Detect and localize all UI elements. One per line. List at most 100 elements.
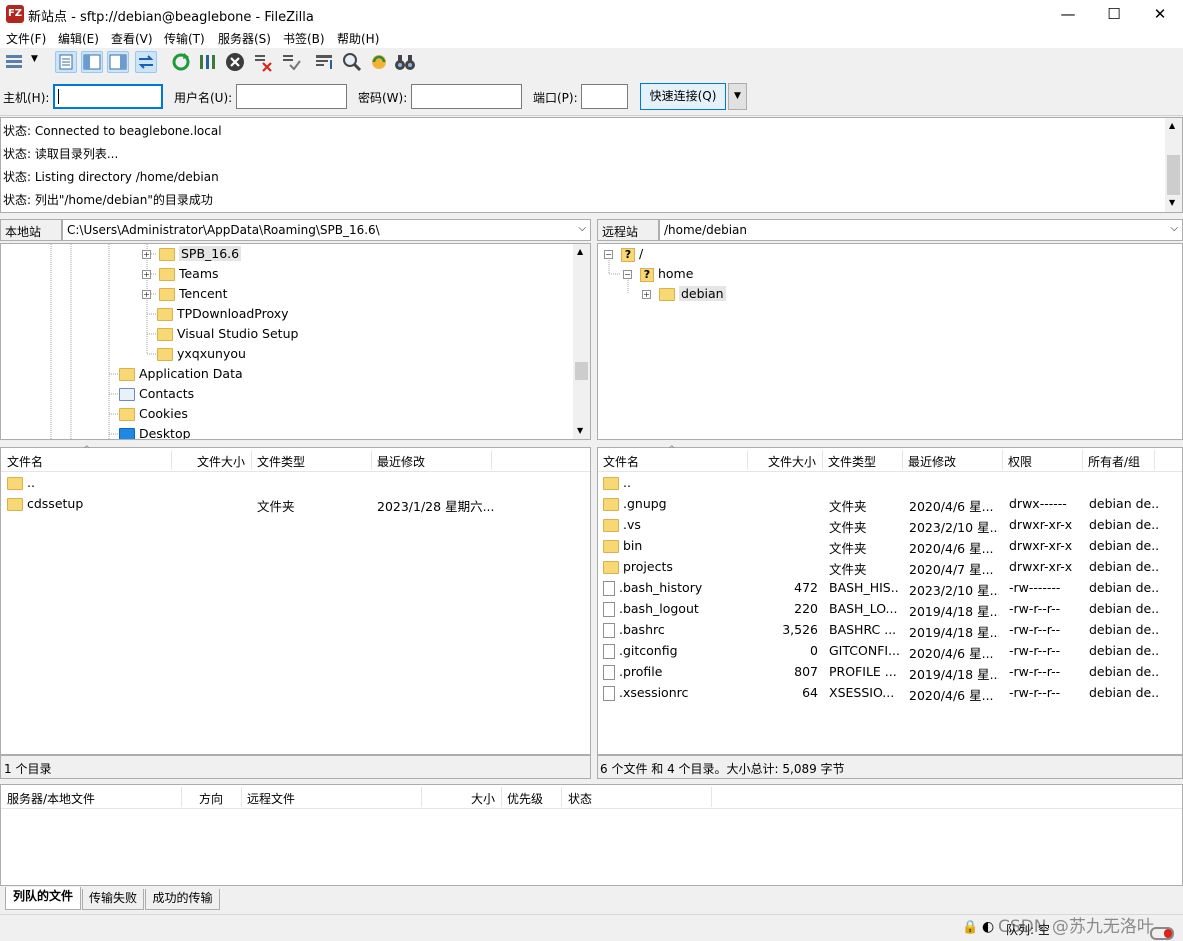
tree-item[interactable]: − ? home	[623, 264, 693, 284]
table-row[interactable]: projects 文件夹 2020/4/7 星... drwxr-xr-x debian…	[598, 557, 1182, 578]
tree-item[interactable]: TPDownloadProxy	[157, 304, 289, 324]
cancel-icon[interactable]	[224, 51, 246, 73]
column-separator[interactable]	[561, 787, 562, 807]
toggle-log-icon[interactable]	[55, 51, 77, 73]
tree-item[interactable]: Cookies	[119, 404, 188, 424]
toggle-remote-tree-icon[interactable]	[107, 51, 129, 73]
column-separator[interactable]	[501, 787, 502, 807]
disconnect-icon[interactable]	[252, 51, 274, 73]
column-header[interactable]: 大小	[471, 790, 495, 807]
sync-browse-icon[interactable]	[368, 51, 390, 73]
table-row[interactable]: .gitconfig 0 GITCONFI... 2020/4/6 星... -rw-r…	[598, 641, 1182, 662]
local-path-combo[interactable]: C:\Users\Administrator\AppData\Roaming\S…	[62, 219, 591, 241]
log-scrollbar[interactable]: ▲ ▼	[1165, 118, 1182, 212]
port-input[interactable]	[581, 84, 628, 109]
column-separator[interactable]	[171, 450, 172, 470]
quickconnect-history-dropdown[interactable]: ▼	[728, 83, 747, 110]
tab-failed-transfers[interactable]: 传输失败	[82, 889, 144, 910]
column-separator[interactable]	[1082, 450, 1083, 470]
tree-item[interactable]: Contacts	[119, 384, 194, 404]
remote-path-combo[interactable]: /home/debian ⌵	[659, 219, 1183, 241]
menu-view[interactable]: 查看(V)	[111, 30, 153, 47]
table-row[interactable]: .bash_logout 220 BASH_LO... 2019/4/18 星... -…	[598, 599, 1182, 620]
column-separator[interactable]	[421, 787, 422, 807]
tree-item[interactable]: + SPB_16.6	[142, 244, 242, 264]
search-binoculars-icon[interactable]	[394, 51, 416, 73]
collapse-icon[interactable]: −	[623, 270, 632, 279]
column-separator[interactable]	[1154, 450, 1155, 470]
tree-item[interactable]: Desktop	[119, 424, 191, 439]
tree-item[interactable]: + Tencent	[142, 284, 227, 304]
expand-icon[interactable]: +	[642, 290, 651, 299]
column-separator[interactable]	[1002, 450, 1003, 470]
column-header[interactable]: 远程文件	[247, 790, 295, 807]
site-manager-dropdown-icon[interactable]: ▼	[31, 54, 38, 64]
username-input[interactable]	[236, 84, 347, 109]
column-separator[interactable]	[902, 450, 903, 470]
tree-item[interactable]: + debian	[642, 284, 726, 304]
column-separator[interactable]	[181, 787, 182, 807]
scroll-up-icon[interactable]: ▲	[1169, 121, 1175, 130]
close-button[interactable]: ✕	[1137, 0, 1183, 28]
table-row[interactable]: .bash_history 472 BASH_HIS... 2023/2/10 星..…	[598, 578, 1182, 599]
tree-item[interactable]: + Teams	[142, 264, 219, 284]
password-input[interactable]	[411, 84, 522, 109]
tree-item[interactable]: yxqxunyou	[157, 344, 246, 364]
chevron-down-icon[interactable]: ⌵	[578, 223, 586, 234]
column-header[interactable]: 服务器/本地文件	[7, 790, 95, 807]
menu-server[interactable]: 服务器(S)	[218, 30, 271, 47]
table-row[interactable]: .vs 文件夹 2023/2/10 星... drwxr-xr-x debian de.…	[598, 515, 1182, 536]
toggle-queue-icon[interactable]	[135, 51, 157, 73]
menu-transfer[interactable]: 传输(T)	[164, 30, 205, 47]
scroll-down-icon[interactable]: ▼	[577, 426, 583, 435]
compare-icon[interactable]	[341, 51, 363, 73]
column-header[interactable]: 状态	[568, 790, 592, 807]
maximize-button[interactable]: ☐	[1091, 0, 1137, 28]
tab-successful-transfers[interactable]: 成功的传输	[145, 889, 220, 910]
menu-bookmarks[interactable]: 书签(B)	[283, 30, 325, 47]
table-row[interactable]: .gnupg 文件夹 2020/4/6 星... drwx------ debian d…	[598, 494, 1182, 515]
column-header[interactable]: 文件名	[7, 453, 43, 470]
column-header[interactable]: 权限	[1008, 453, 1032, 470]
table-row[interactable]: ..	[598, 473, 1182, 494]
column-separator[interactable]	[241, 787, 242, 807]
column-header[interactable]: 文件名	[603, 453, 639, 470]
minimize-button[interactable]: —	[1045, 0, 1091, 28]
column-header[interactable]: 文件大小	[197, 453, 245, 470]
collapse-icon[interactable]: −	[604, 250, 613, 259]
process-queue-icon[interactable]	[197, 51, 219, 73]
column-header[interactable]: 文件大小	[768, 453, 816, 470]
table-row[interactable]: .xsessionrc 64 XSESSIO... 2020/4/6 星... -rw-…	[598, 683, 1182, 704]
column-header[interactable]: 所有者/组	[1088, 453, 1140, 470]
expand-icon[interactable]: +	[142, 270, 151, 279]
column-header[interactable]: 优先级	[507, 790, 543, 807]
column-header[interactable]: 文件类型	[828, 453, 876, 470]
scroll-thumb[interactable]	[1167, 155, 1180, 195]
column-separator[interactable]	[747, 450, 748, 470]
column-header[interactable]: 最近修改	[908, 453, 956, 470]
table-row[interactable]: bin 文件夹 2020/4/6 星... drwxr-xr-x debian de..…	[598, 536, 1182, 557]
expand-icon[interactable]: +	[142, 250, 151, 259]
column-separator[interactable]	[822, 450, 823, 470]
reconnect-icon[interactable]	[280, 51, 302, 73]
quickconnect-button[interactable]: 快速连接(Q)	[640, 83, 726, 110]
menu-help[interactable]: 帮助(H)	[337, 30, 379, 47]
column-separator[interactable]	[371, 450, 372, 470]
column-separator[interactable]	[251, 450, 252, 470]
table-row[interactable]: cdssetup 文件夹 2023/1/28 星期六...	[1, 494, 590, 515]
scroll-down-icon[interactable]: ▼	[1169, 198, 1175, 207]
tree-item[interactable]: Application Data	[119, 364, 243, 384]
scroll-up-icon[interactable]: ▲	[577, 247, 583, 256]
menu-edit[interactable]: 编辑(E)	[58, 30, 99, 47]
site-manager-icon[interactable]	[4, 51, 26, 73]
column-separator[interactable]	[491, 450, 492, 470]
column-header[interactable]: 文件类型	[257, 453, 305, 470]
column-header[interactable]: 方向	[199, 790, 223, 807]
tree-item[interactable]: − ? /	[604, 244, 643, 264]
table-row[interactable]: ..	[1, 473, 590, 494]
tab-queued-files[interactable]: 列队的文件	[5, 887, 81, 910]
toggle-local-tree-icon[interactable]	[81, 51, 103, 73]
tree-item[interactable]: Visual Studio Setup	[157, 324, 298, 344]
refresh-icon[interactable]	[170, 51, 192, 73]
table-row[interactable]: .bashrc 3,526 BASHRC ... 2019/4/18 星... -rw-…	[598, 620, 1182, 641]
